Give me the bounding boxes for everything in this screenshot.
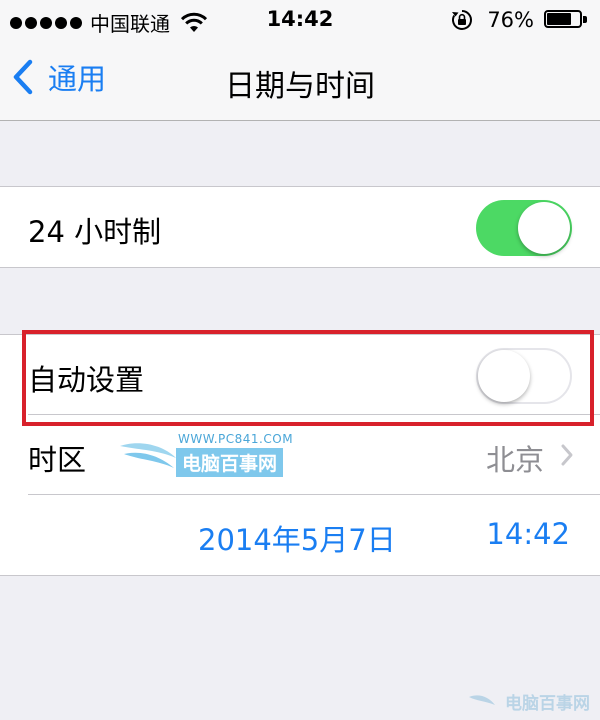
cell-24-hour: 24 小时制 (0, 187, 600, 267)
watermark-logo: WWW.PC841.COM 电脑百事网 (118, 432, 298, 477)
settings-group-24h: 24 小时制 (0, 186, 600, 268)
battery-fill (547, 13, 571, 25)
watermark-corner-name: 电脑百事网 (505, 694, 590, 714)
rotation-lock-icon (452, 10, 473, 30)
watermark-name: 电脑百事网 (176, 448, 284, 477)
navigation-bar: 通用 日期与时间 (0, 40, 600, 121)
cell-24-hour-label: 24 小时制 (28, 215, 162, 249)
cell-timezone[interactable]: 时区 北京 (0, 415, 600, 495)
settings-group-datetime: 自动设置 时区 北京 2014年5月7日 14:42 (0, 334, 600, 576)
cell-date-time[interactable]: 2014年5月7日 14:42 (0, 495, 600, 575)
status-right: 76% (451, 8, 588, 32)
watermark-corner: 电脑百事网 (467, 689, 590, 714)
battery-icon (544, 10, 588, 30)
date-value: 2014年5月7日 (198, 523, 396, 557)
leaf-logo-icon (120, 443, 176, 468)
watermark-url: WWW.PC841.COM (178, 432, 294, 446)
page-title: 日期与时间 (225, 69, 375, 104)
corner-logo-icon (469, 694, 495, 705)
cell-auto-set: 自动设置 (0, 335, 600, 415)
cell-auto-set-label: 自动设置 (28, 363, 145, 397)
battery-percent: 76% (487, 8, 534, 32)
cell-timezone-label: 时区 (28, 443, 87, 477)
toggle-auto-set[interactable] (476, 348, 572, 404)
chevron-right-icon (561, 444, 573, 466)
timezone-value: 北京 (485, 443, 544, 477)
time-value: 14:42 (486, 517, 570, 551)
status-bar: 中国联通 14:42 76% (0, 0, 600, 40)
toggle-24-hour[interactable] (476, 200, 572, 256)
